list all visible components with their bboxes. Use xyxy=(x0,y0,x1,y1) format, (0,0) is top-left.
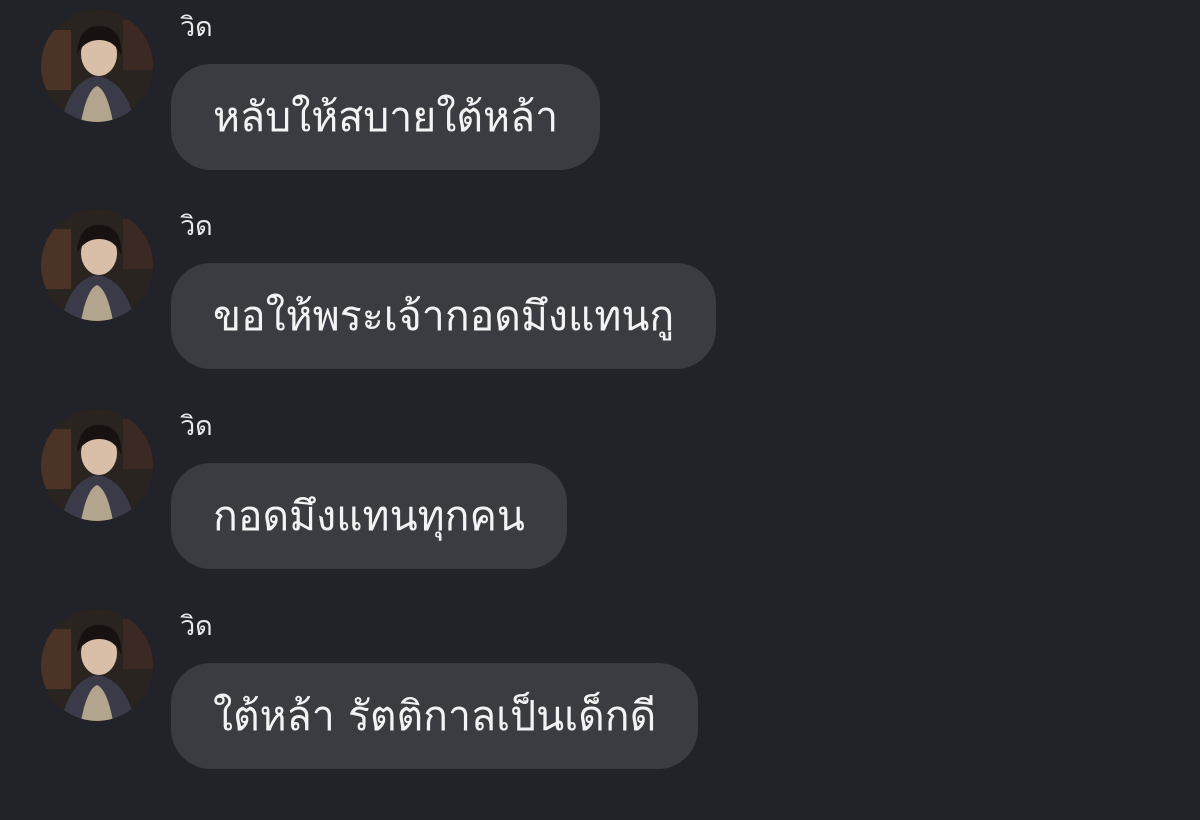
profile-photo-icon xyxy=(41,609,153,721)
avatar[interactable] xyxy=(41,409,153,521)
chat-thread: วิด หลับให้สบายใต้หล้า วิด ขอให้พระเจ้าก… xyxy=(0,0,1200,820)
message-group: วิด หลับให้สบายใต้หล้า xyxy=(0,0,1200,200)
message-text: กอดมึงแทนทุกคน xyxy=(213,491,525,540)
avatar[interactable] xyxy=(41,209,153,321)
message-bubble[interactable]: ใต้หล้า รัตติกาลเป็นเด็กดี xyxy=(171,663,699,769)
profile-photo-icon xyxy=(41,409,153,521)
message-text: ใต้หล้า รัตติกาลเป็นเด็กดี xyxy=(213,691,657,740)
profile-photo-icon xyxy=(41,209,153,321)
message-group: วิด ใต้หล้า รัตติกาลเป็นเด็กดี xyxy=(0,599,1200,799)
message-group: วิด กอดมึงแทนทุกคน xyxy=(0,399,1200,599)
sender-name: วิด xyxy=(180,611,213,642)
sender-name: วิด xyxy=(180,12,213,43)
message-text: หลับให้สบายใต้หล้า xyxy=(213,92,559,141)
avatar[interactable] xyxy=(41,10,153,122)
profile-photo-icon xyxy=(41,10,153,122)
message-bubble[interactable]: ขอให้พระเจ้ากอดมึงแทนกู xyxy=(171,263,717,369)
sender-name: วิด xyxy=(180,411,213,442)
sender-name: วิด xyxy=(180,211,213,242)
message-bubble[interactable]: กอดมึงแทนทุกคน xyxy=(171,463,567,569)
message-bubble[interactable]: หลับให้สบายใต้หล้า xyxy=(171,64,601,170)
avatar[interactable] xyxy=(41,609,153,721)
message-text: ขอให้พระเจ้ากอดมึงแทนกู xyxy=(213,291,675,340)
message-group: วิด ขอให้พระเจ้ากอดมึงแทนกู xyxy=(0,199,1200,399)
